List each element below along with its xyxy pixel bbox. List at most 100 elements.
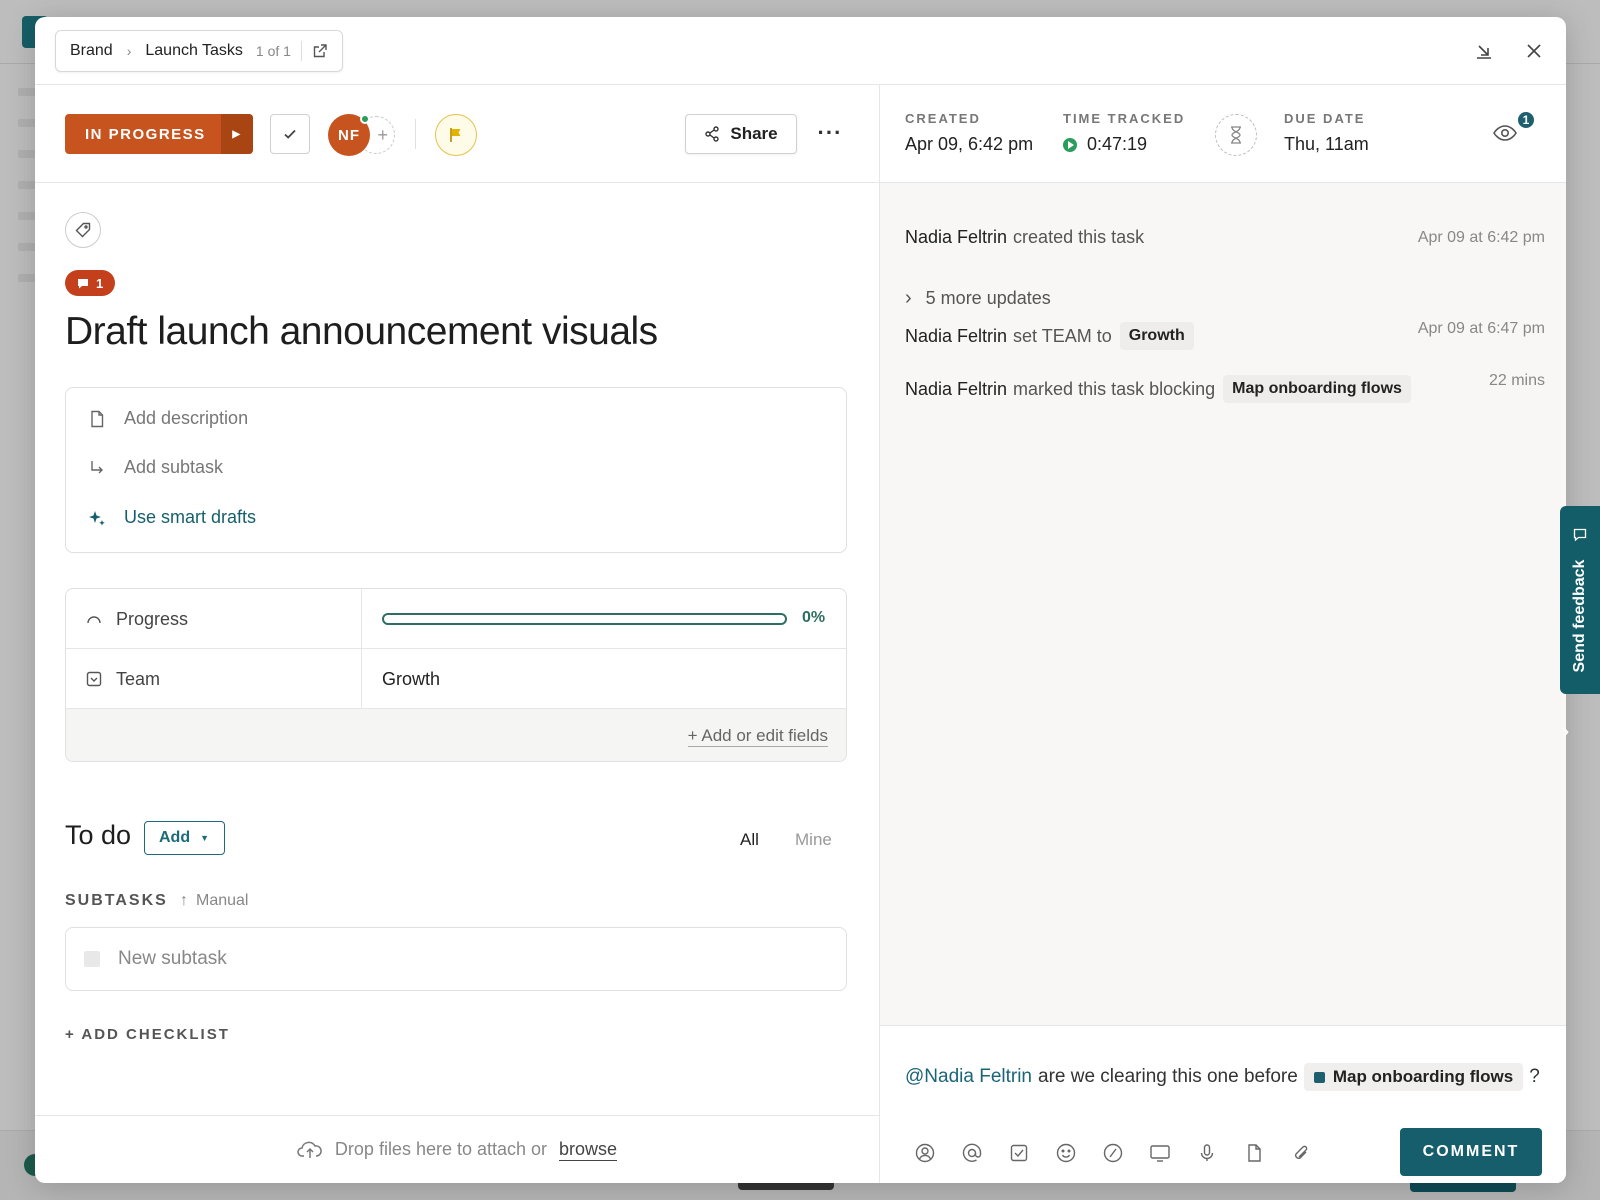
comment-text-end: ? bbox=[1529, 1066, 1540, 1087]
composer-toolbar bbox=[914, 1142, 1312, 1164]
paperclip-icon[interactable] bbox=[1290, 1142, 1312, 1164]
task-icon[interactable] bbox=[1008, 1142, 1030, 1164]
chevron-right-icon[interactable]: › bbox=[1562, 718, 1569, 744]
chevron-right-icon: › bbox=[905, 287, 912, 309]
doc-icon[interactable] bbox=[1243, 1142, 1265, 1164]
fields-footer: + Add or edit fields bbox=[66, 709, 846, 761]
new-subtask-input[interactable]: New subtask bbox=[65, 927, 847, 991]
filter-mine-tab[interactable]: Mine bbox=[795, 830, 832, 850]
task-position: 1 of 1 bbox=[255, 43, 291, 59]
sort-manual-button[interactable]: ↑ Manual bbox=[180, 892, 248, 910]
add-description-label: Add description bbox=[124, 408, 249, 428]
status-next-icon[interactable]: ▶ bbox=[221, 114, 253, 154]
slash-command-icon[interactable] bbox=[1102, 1142, 1124, 1164]
cloud-upload-icon bbox=[297, 1141, 322, 1158]
activity-author[interactable]: Nadia Feltrin bbox=[905, 227, 1007, 248]
activity-action: marked this task blocking bbox=[1013, 378, 1216, 399]
browse-link[interactable]: browse bbox=[559, 1139, 618, 1161]
description-box: Add description Add subtask Use smart dr… bbox=[65, 387, 847, 553]
comment-count-badge[interactable]: 1 bbox=[65, 270, 116, 296]
emoji-icon[interactable] bbox=[1055, 1142, 1077, 1164]
sort-label: Manual bbox=[196, 892, 249, 909]
comment-submit-button[interactable]: COMMENT bbox=[1400, 1128, 1542, 1176]
priority-flag-button[interactable] bbox=[435, 114, 477, 156]
progress-percent: 0% bbox=[802, 609, 826, 626]
external-link-icon[interactable] bbox=[312, 43, 328, 59]
progress-icon bbox=[87, 616, 101, 624]
due-date-value: Thu, 11am bbox=[1284, 134, 1369, 154]
online-indicator bbox=[360, 114, 370, 124]
activity-author[interactable]: Nadia Feltrin bbox=[905, 326, 1007, 347]
breadcrumb-list[interactable]: Launch Tasks bbox=[145, 42, 243, 60]
document-icon bbox=[91, 410, 104, 427]
field-row-progress: Progress 0% bbox=[66, 589, 846, 649]
team-value[interactable]: Growth bbox=[382, 649, 440, 709]
task-link-chip[interactable]: Map onboarding flows bbox=[1303, 1063, 1524, 1091]
mention[interactable]: @Nadia Feltrin bbox=[905, 1066, 1032, 1088]
smart-drafts-row[interactable]: Use smart drafts bbox=[88, 507, 256, 528]
activity-author[interactable]: Nadia Feltrin bbox=[905, 379, 1007, 400]
smart-drafts-label: Use smart drafts bbox=[124, 507, 257, 527]
add-tag-button[interactable] bbox=[65, 212, 101, 248]
add-subtask-row[interactable]: Add subtask bbox=[88, 457, 223, 478]
filter-all-tab[interactable]: All bbox=[740, 830, 759, 850]
sort-up-icon: ↑ bbox=[180, 892, 188, 909]
custom-fields-table: Progress 0% Team Growth + Add or edit fi… bbox=[65, 588, 847, 762]
time-tracked-field[interactable]: TIME TRACKED 0:47:19 bbox=[1063, 111, 1185, 155]
progress-label: Progress bbox=[116, 608, 189, 629]
due-date-label: DUE DATE bbox=[1284, 111, 1366, 126]
task-title[interactable]: Draft launch announcement visuals bbox=[65, 310, 658, 354]
add-checklist-button[interactable]: + ADD CHECKLIST bbox=[65, 1026, 230, 1043]
created-field: CREATED Apr 09, 6:42 pm bbox=[905, 111, 1033, 155]
todo-heading: To do bbox=[65, 820, 132, 850]
status-button[interactable]: IN PROGRESS ▶ bbox=[65, 114, 253, 154]
close-icon[interactable] bbox=[1522, 39, 1546, 63]
dropzone-text: Drop files here to attach or bbox=[334, 1139, 548, 1159]
add-label: Add bbox=[159, 829, 191, 846]
file-dropzone[interactable]: Drop files here to attach or browse bbox=[35, 1115, 879, 1183]
add-edit-fields-link[interactable]: + Add or edit fields bbox=[687, 726, 828, 747]
more-options-button[interactable]: ··· bbox=[815, 120, 845, 145]
mention-icon[interactable] bbox=[961, 1142, 983, 1164]
comment-input[interactable]: @Nadia Feltrin are we clearing this one … bbox=[905, 1063, 1540, 1091]
play-timer-icon[interactable] bbox=[1063, 137, 1077, 152]
assign-icon[interactable] bbox=[914, 1142, 936, 1164]
caret-down-icon: ▼ bbox=[200, 833, 210, 843]
field-label-progress: Progress bbox=[66, 589, 362, 649]
activity-time: Apr 09 at 6:42 pm bbox=[1417, 228, 1545, 246]
new-subtask-placeholder: New subtask bbox=[118, 948, 227, 969]
activity-chip[interactable]: Map onboarding flows bbox=[1223, 375, 1411, 403]
add-description-row[interactable]: Add description bbox=[88, 408, 248, 429]
activity-action: set TEAM to bbox=[1013, 325, 1112, 346]
activity-time: 22 mins bbox=[1488, 372, 1545, 389]
field-label-team: Team bbox=[66, 649, 362, 709]
divider bbox=[300, 41, 302, 61]
progress-bar bbox=[382, 613, 787, 625]
subtask-checkbox bbox=[84, 951, 100, 967]
divider bbox=[415, 119, 416, 149]
activity-item: Nadia Feltrin set TEAM to Growth Apr 09 … bbox=[905, 320, 1545, 350]
team-label: Team bbox=[116, 668, 161, 689]
chat-icon bbox=[1573, 528, 1587, 542]
add-subtask-label: Add subtask bbox=[124, 457, 224, 477]
mic-icon[interactable] bbox=[1196, 1142, 1218, 1164]
share-button[interactable]: Share bbox=[685, 114, 797, 154]
breadcrumb-space[interactable]: Brand bbox=[70, 42, 113, 60]
add-dropdown-button[interactable]: Add ▼ bbox=[144, 821, 225, 855]
task-details-pane: IN PROGRESS ▶ + NF Share ··· 1 Draft lau… bbox=[35, 85, 879, 1115]
task-square-icon bbox=[1313, 1071, 1325, 1083]
time-estimate-button[interactable] bbox=[1215, 114, 1257, 156]
screen-record-icon[interactable] bbox=[1149, 1142, 1171, 1164]
comment-count: 1 bbox=[96, 275, 104, 291]
complete-button[interactable] bbox=[270, 114, 310, 154]
send-feedback-tab[interactable]: Send feedback bbox=[1560, 506, 1600, 694]
task-meta-bar: CREATED Apr 09, 6:42 pm TIME TRACKED 0:4… bbox=[880, 85, 1566, 183]
created-value: Apr 09, 6:42 pm bbox=[905, 134, 1034, 154]
eye-icon[interactable] bbox=[1492, 121, 1518, 145]
status-label: IN PROGRESS bbox=[85, 125, 206, 143]
minimize-icon[interactable] bbox=[1472, 39, 1496, 63]
share-label: Share bbox=[730, 124, 778, 143]
due-date-field[interactable]: DUE DATE Thu, 11am bbox=[1284, 111, 1369, 155]
tag-icon bbox=[75, 222, 91, 238]
more-updates-toggle[interactable]: › 5 more updates bbox=[905, 287, 1051, 310]
